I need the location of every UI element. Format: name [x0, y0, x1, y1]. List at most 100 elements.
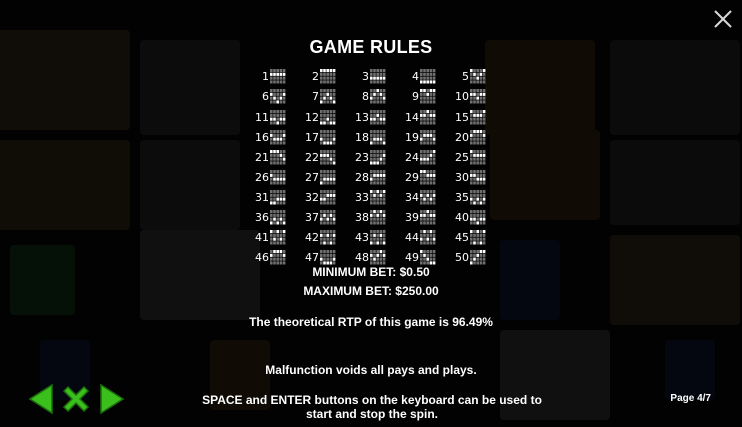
payline-cell — [323, 237, 326, 241]
payline-cell — [323, 241, 326, 245]
payline-cell — [482, 149, 486, 153]
payline-cell — [270, 80, 273, 84]
payline-cell — [473, 221, 476, 225]
payline-cell — [382, 213, 386, 217]
payline-cell — [276, 241, 279, 245]
payline-cell — [420, 140, 423, 145]
payline-cell — [270, 100, 273, 104]
payline-cell — [376, 80, 379, 84]
payline-pattern-icon — [270, 250, 286, 265]
payline-number: 19 — [405, 130, 419, 144]
payline-5: 5 — [450, 69, 500, 85]
payline-cell — [270, 120, 273, 124]
payline-pattern-icon — [270, 129, 286, 145]
payline-cell — [423, 241, 426, 245]
payline-cell — [376, 250, 379, 254]
payline-number: 8 — [362, 90, 369, 104]
payline-cell — [482, 201, 486, 205]
payline-cell — [279, 221, 283, 225]
payline-cell — [323, 253, 326, 257]
payline-cell — [423, 76, 426, 81]
payline-pattern-icon — [320, 129, 336, 145]
payline-cell — [326, 133, 329, 137]
payline-cell — [479, 213, 483, 217]
payline-cell — [276, 149, 279, 153]
payline-cell — [373, 221, 376, 225]
payline-11: 11 — [250, 109, 300, 125]
payline-cell — [429, 177, 433, 181]
payline-cell — [270, 193, 273, 197]
payline-cell — [476, 217, 479, 221]
payline-number: 32 — [305, 190, 319, 204]
payline-cell — [332, 113, 336, 117]
payline-cell — [323, 161, 326, 165]
payline-cell — [273, 137, 276, 141]
payline-cell — [376, 173, 379, 177]
payline-cell — [370, 120, 373, 124]
payline-cell — [470, 201, 473, 205]
payline-21: 21 — [250, 149, 300, 165]
payline-cell — [273, 109, 276, 113]
payline-cell — [326, 97, 329, 101]
payline-cell — [476, 153, 479, 157]
payline-number: 17 — [305, 130, 319, 144]
payline-cell — [470, 73, 473, 77]
payline-cell — [479, 169, 483, 173]
payline-cell — [420, 237, 423, 241]
payline-cell — [429, 137, 433, 141]
payline-cell — [326, 137, 329, 141]
payline-cell — [329, 73, 333, 77]
payline-cell — [379, 217, 383, 221]
payline-cell — [282, 149, 286, 153]
payline-cell — [376, 100, 379, 104]
payline-cell — [373, 193, 376, 197]
payline-cell — [473, 169, 476, 173]
payline-cell — [423, 69, 426, 73]
payline-cell — [373, 201, 376, 205]
payline-45: 45 — [450, 229, 500, 246]
payline-cell — [376, 241, 379, 245]
payline-cell — [426, 213, 429, 217]
payline-cell — [429, 189, 433, 193]
payline-cell — [276, 189, 279, 193]
payline-3: 3 — [350, 69, 400, 85]
payline-cell — [279, 73, 283, 77]
payline-cell — [473, 229, 476, 234]
payline-cell — [432, 209, 436, 213]
payline-cell — [323, 137, 326, 141]
payline-pattern-icon — [320, 209, 336, 225]
payline-cell — [432, 73, 436, 77]
payline-cell — [273, 217, 276, 221]
payline-cell — [470, 209, 473, 213]
payline-cell — [479, 173, 483, 177]
payline-cell — [282, 173, 286, 177]
previous-page-button[interactable] — [28, 383, 54, 420]
payline-cell — [376, 97, 379, 101]
payline-cell — [426, 137, 429, 141]
next-page-button[interactable] — [99, 383, 125, 420]
payline-cell — [379, 250, 383, 254]
payline-number: 42 — [305, 230, 319, 244]
payline-cell — [423, 229, 426, 234]
payline-pattern-icon — [470, 129, 486, 145]
payline-cell — [476, 233, 479, 237]
payline-cell — [376, 233, 379, 237]
payline-cell — [476, 149, 479, 153]
payline-cell — [482, 169, 486, 173]
payline-cell — [273, 193, 276, 197]
payline-cell — [323, 229, 326, 234]
payline-pattern-icon — [470, 229, 486, 245]
payline-cell — [329, 197, 333, 201]
payline-cell — [473, 257, 476, 261]
payline-number: 9 — [412, 90, 419, 104]
payline-cell — [429, 169, 433, 173]
close-button[interactable] — [712, 8, 734, 30]
payline-cell — [326, 197, 329, 201]
close-rules-button[interactable] — [60, 383, 92, 420]
payline-cell — [370, 217, 373, 221]
payline-cell — [470, 100, 473, 104]
payline-cell — [470, 181, 473, 185]
payline-cell — [279, 241, 283, 245]
payline-cell — [370, 137, 373, 141]
payline-cell — [479, 89, 483, 93]
